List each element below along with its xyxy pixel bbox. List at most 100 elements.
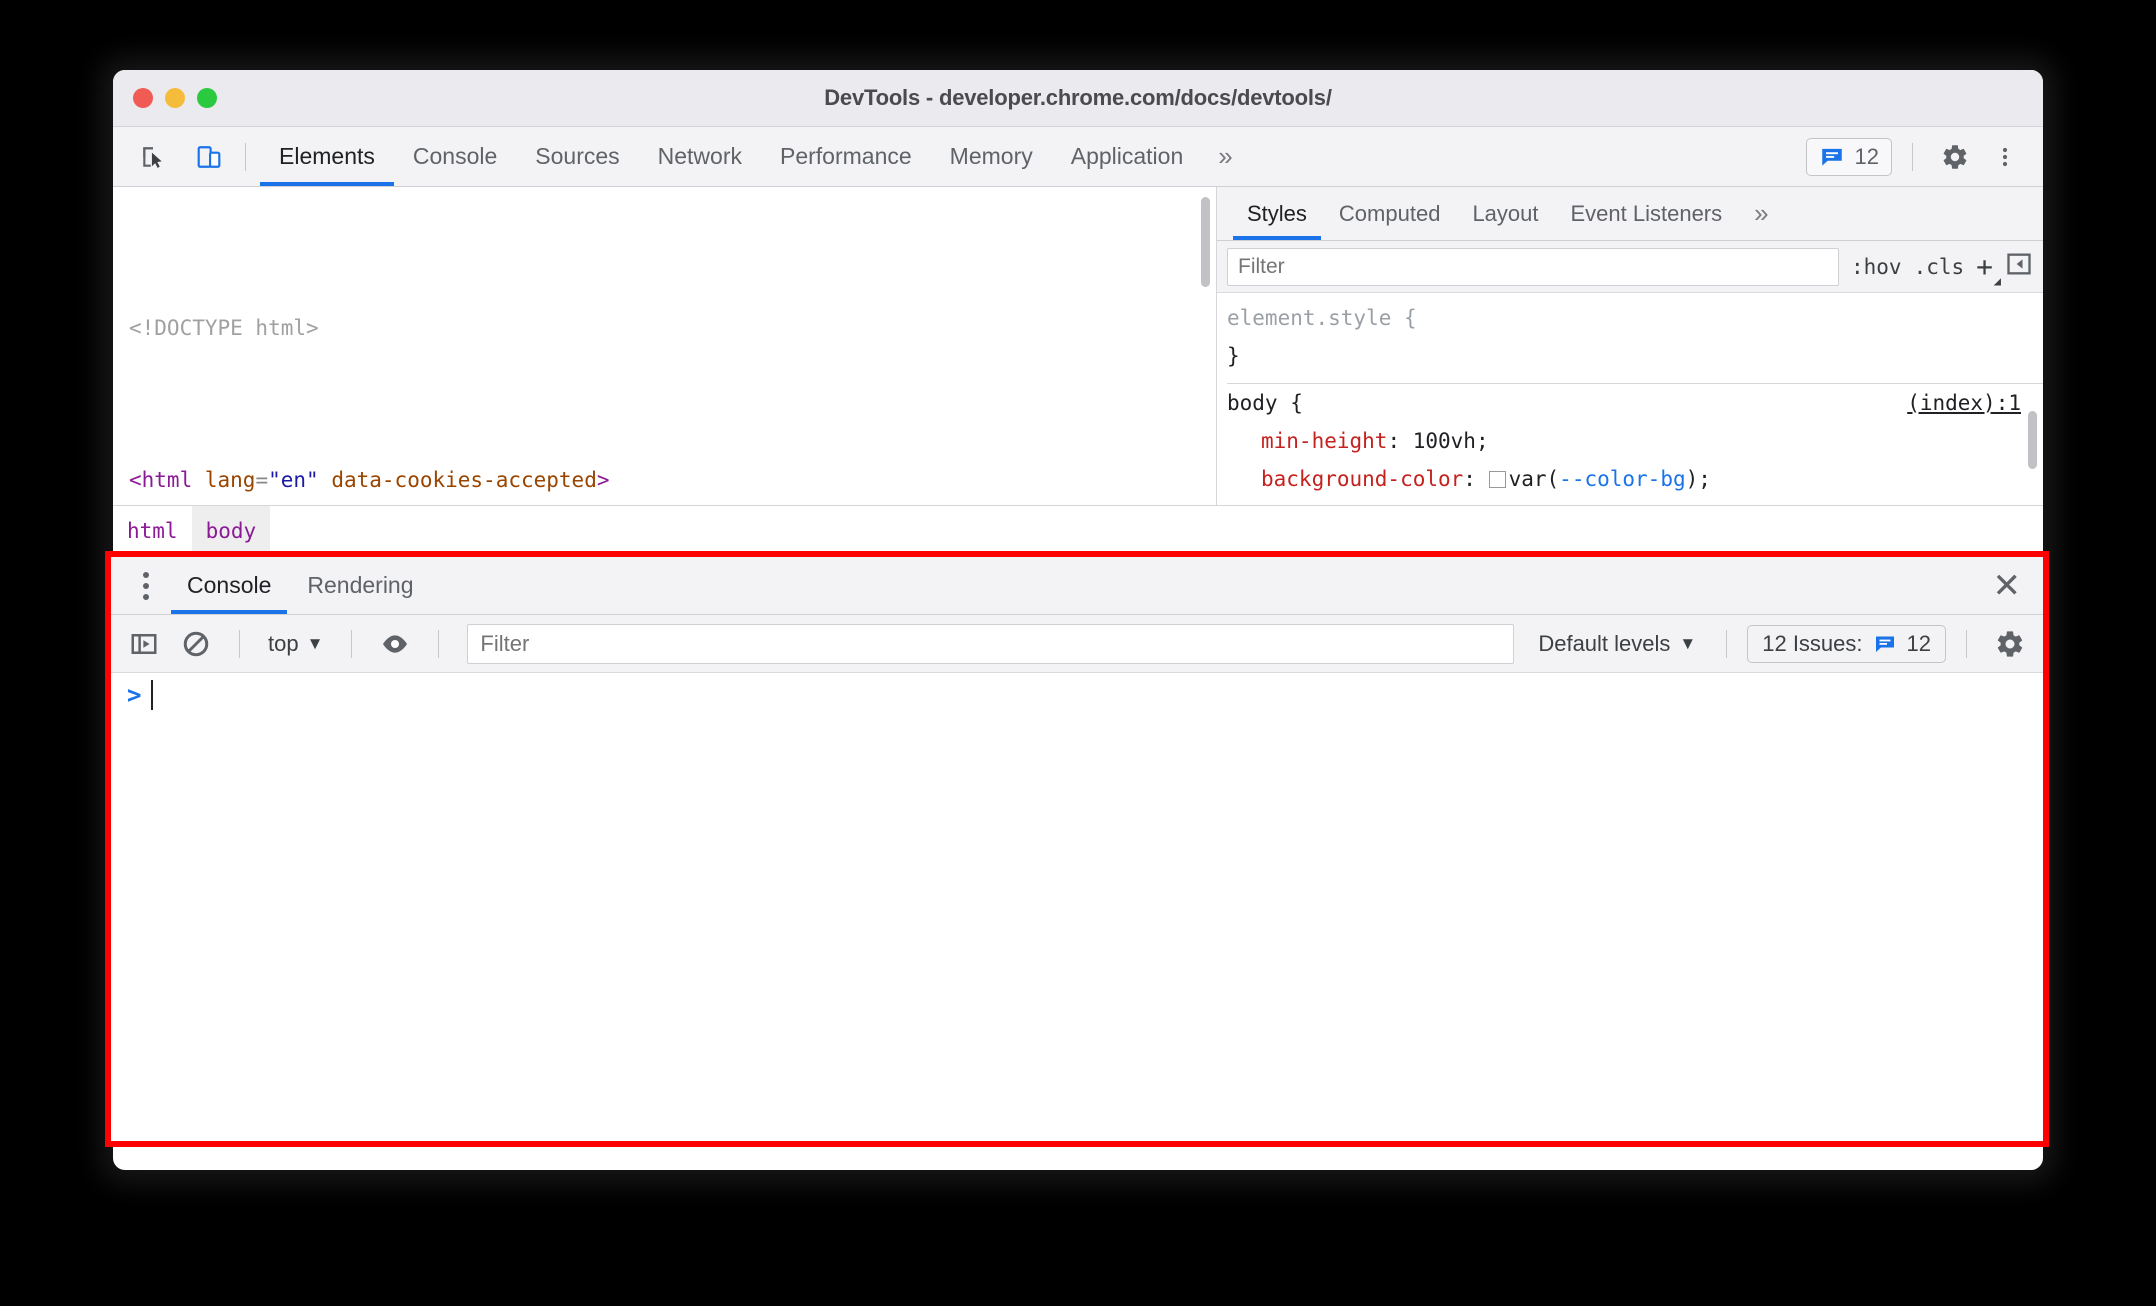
css-close-brace: } bbox=[1227, 344, 1240, 368]
css-declaration[interactable]: color: var(--color-text); bbox=[1227, 498, 2043, 505]
dom-row[interactable]: <html lang="en" data-cookies-accepted> bbox=[113, 461, 1216, 499]
drawer-tab-console[interactable]: Console bbox=[169, 557, 289, 614]
zoom-window-button[interactable] bbox=[197, 88, 217, 108]
issues-label: 12 Issues: bbox=[1762, 630, 1863, 656]
tab-sources[interactable]: Sources bbox=[516, 127, 638, 186]
css-declaration[interactable]: background-color: var(--color-bg); bbox=[1227, 460, 2043, 498]
hover-state-toggle[interactable]: :hov bbox=[1851, 255, 1902, 279]
tab-console[interactable]: Console bbox=[394, 127, 516, 186]
more-tabs-chevron-icon[interactable]: » bbox=[1202, 127, 1248, 186]
close-icon[interactable]: ✕ bbox=[1993, 569, 2022, 603]
console-toolbar-divider-1 bbox=[239, 629, 240, 658]
console-prompt-icon: > bbox=[127, 681, 142, 709]
console-toolbar: top ▼ Default levels ▼ 12 Issues: 12 bbox=[111, 615, 2043, 673]
console-toolbar-divider-4 bbox=[1726, 629, 1728, 658]
tab-event-listeners[interactable]: Event Listeners bbox=[1555, 187, 1739, 240]
drawer-tabbar: Console Rendering ✕ bbox=[111, 557, 2043, 615]
text-cursor bbox=[151, 680, 154, 710]
tab-label: Event Listeners bbox=[1570, 200, 1723, 226]
tab-label: Performance bbox=[780, 143, 912, 169]
new-style-rule-icon[interactable]: + ◢ bbox=[1976, 250, 2001, 287]
css-property: background-color bbox=[1261, 467, 1464, 491]
toolbar-divider bbox=[245, 142, 246, 171]
tab-computed[interactable]: Computed bbox=[1323, 187, 1457, 240]
tab-label: Styles bbox=[1247, 200, 1307, 226]
log-levels-selector[interactable]: Default levels ▼ bbox=[1528, 631, 1706, 657]
breadcrumb-item-body[interactable]: body bbox=[191, 506, 271, 555]
tab-label: Memory bbox=[949, 143, 1033, 169]
more-tabs-label: » bbox=[1218, 141, 1233, 171]
chevron-down-icon: ▼ bbox=[306, 633, 324, 653]
breadcrumb: html body bbox=[113, 505, 2043, 555]
tab-label: Console bbox=[412, 143, 498, 169]
context-value: top bbox=[268, 630, 299, 656]
dom-tree-pane[interactable]: <!DOCTYPE html> <html lang="en" data-coo… bbox=[113, 187, 1217, 505]
drawer-tab-rendering[interactable]: Rendering bbox=[289, 557, 431, 614]
console-prompt-row[interactable]: > bbox=[111, 673, 2043, 717]
device-toolbar-icon[interactable] bbox=[187, 135, 231, 179]
drawer-more-tools-kebab-icon[interactable] bbox=[123, 571, 169, 600]
css-source-link[interactable]: (index):1 bbox=[1907, 384, 2021, 422]
breadcrumb-item-html[interactable]: html bbox=[113, 506, 192, 555]
tab-application[interactable]: Application bbox=[1052, 127, 1203, 186]
more-options-kebab-icon[interactable] bbox=[1983, 135, 2027, 179]
css-declaration[interactable]: min-height: 100vh; bbox=[1227, 422, 2043, 460]
css-value: 100vh; bbox=[1412, 429, 1489, 453]
issues-count: 12 bbox=[1854, 143, 1879, 169]
console-issues-button[interactable]: 12 Issues: 12 bbox=[1747, 624, 1946, 663]
console-sidebar-toggle-icon[interactable] bbox=[121, 623, 167, 665]
styles-tabbar: Styles Computed Layout Event Listeners » bbox=[1217, 187, 2043, 241]
console-toolbar-divider-5 bbox=[1966, 629, 1967, 658]
inspect-element-icon[interactable] bbox=[131, 135, 175, 179]
styles-filter-bar: :hov .cls +◢ bbox=[1217, 241, 2043, 293]
css-var-name[interactable]: --color-bg bbox=[1559, 467, 1685, 491]
console-toolbar-divider-2 bbox=[351, 629, 353, 658]
more-tabs-label: » bbox=[1754, 198, 1769, 228]
levels-label: Default levels bbox=[1538, 630, 1671, 656]
elements-panel: <!DOCTYPE html> <html lang="en" data-coo… bbox=[113, 187, 2043, 505]
css-rule-element-style[interactable]: element.style { } bbox=[1227, 299, 2043, 377]
tab-layout[interactable]: Layout bbox=[1456, 187, 1554, 240]
toggle-sidebar-icon[interactable] bbox=[2005, 250, 2033, 283]
console-filter-input[interactable] bbox=[467, 623, 1515, 664]
css-property: min-height bbox=[1261, 429, 1388, 453]
console-toolbar-divider-3 bbox=[438, 629, 440, 658]
minimize-window-button[interactable] bbox=[165, 88, 185, 108]
styles-scrollbar[interactable] bbox=[2028, 411, 2037, 469]
tab-label: Computed bbox=[1338, 200, 1441, 226]
tab-styles[interactable]: Styles bbox=[1231, 187, 1323, 240]
console-drawer: Console Rendering ✕ top ▼ Filter Default… bbox=[105, 551, 2049, 1147]
class-editor-toggle[interactable]: .cls bbox=[1914, 255, 1965, 279]
issue-message-icon bbox=[1875, 636, 1894, 652]
tab-label: Network bbox=[657, 143, 742, 169]
tab-label: Elements bbox=[279, 143, 375, 169]
window-titlebar: DevTools - developer.chrome.com/docs/dev… bbox=[113, 70, 2043, 127]
gear-icon[interactable] bbox=[1933, 135, 1977, 179]
live-expression-eye-icon[interactable] bbox=[372, 623, 418, 665]
color-swatch[interactable] bbox=[1488, 471, 1506, 488]
issues-badge-button[interactable]: 12 bbox=[1805, 137, 1892, 176]
close-window-button[interactable] bbox=[133, 88, 153, 108]
window-title: DevTools - developer.chrome.com/docs/dev… bbox=[824, 85, 1332, 110]
styles-filter-input[interactable] bbox=[1227, 247, 1839, 286]
console-settings-gear-icon[interactable] bbox=[1987, 623, 2033, 665]
javascript-context-selector[interactable]: top ▼ bbox=[260, 631, 331, 657]
tab-memory[interactable]: Memory bbox=[931, 127, 1052, 186]
devtools-main-toolbar: Elements Console Sources Network Perform… bbox=[113, 127, 2043, 187]
tab-network[interactable]: Network bbox=[639, 127, 761, 186]
dom-row[interactable]: <!DOCTYPE html> bbox=[113, 309, 1216, 347]
tab-elements[interactable]: Elements bbox=[260, 127, 394, 186]
chevron-down-icon: ▼ bbox=[1679, 633, 1697, 653]
toolbar-divider-2 bbox=[1912, 142, 1913, 171]
issue-message-icon bbox=[1821, 148, 1842, 166]
console-messages-area[interactable]: > bbox=[111, 673, 2043, 1141]
dom-tree-scrollbar[interactable] bbox=[1201, 197, 1210, 287]
panel-tabs: Elements Console Sources Network Perform… bbox=[260, 127, 1249, 186]
tab-performance[interactable]: Performance bbox=[761, 127, 931, 186]
css-rule-body[interactable]: body { (index):1 min-height: 100vh; back… bbox=[1227, 384, 2043, 505]
css-rules: element.style { } body { (index):1 min-h… bbox=[1217, 293, 2043, 505]
styles-more-tabs-chevron-icon[interactable]: » bbox=[1738, 187, 1784, 240]
dom-tree: <!DOCTYPE html> <html lang="en" data-coo… bbox=[113, 187, 1216, 505]
tab-label: Application bbox=[1070, 143, 1184, 169]
clear-console-icon[interactable] bbox=[173, 623, 219, 665]
